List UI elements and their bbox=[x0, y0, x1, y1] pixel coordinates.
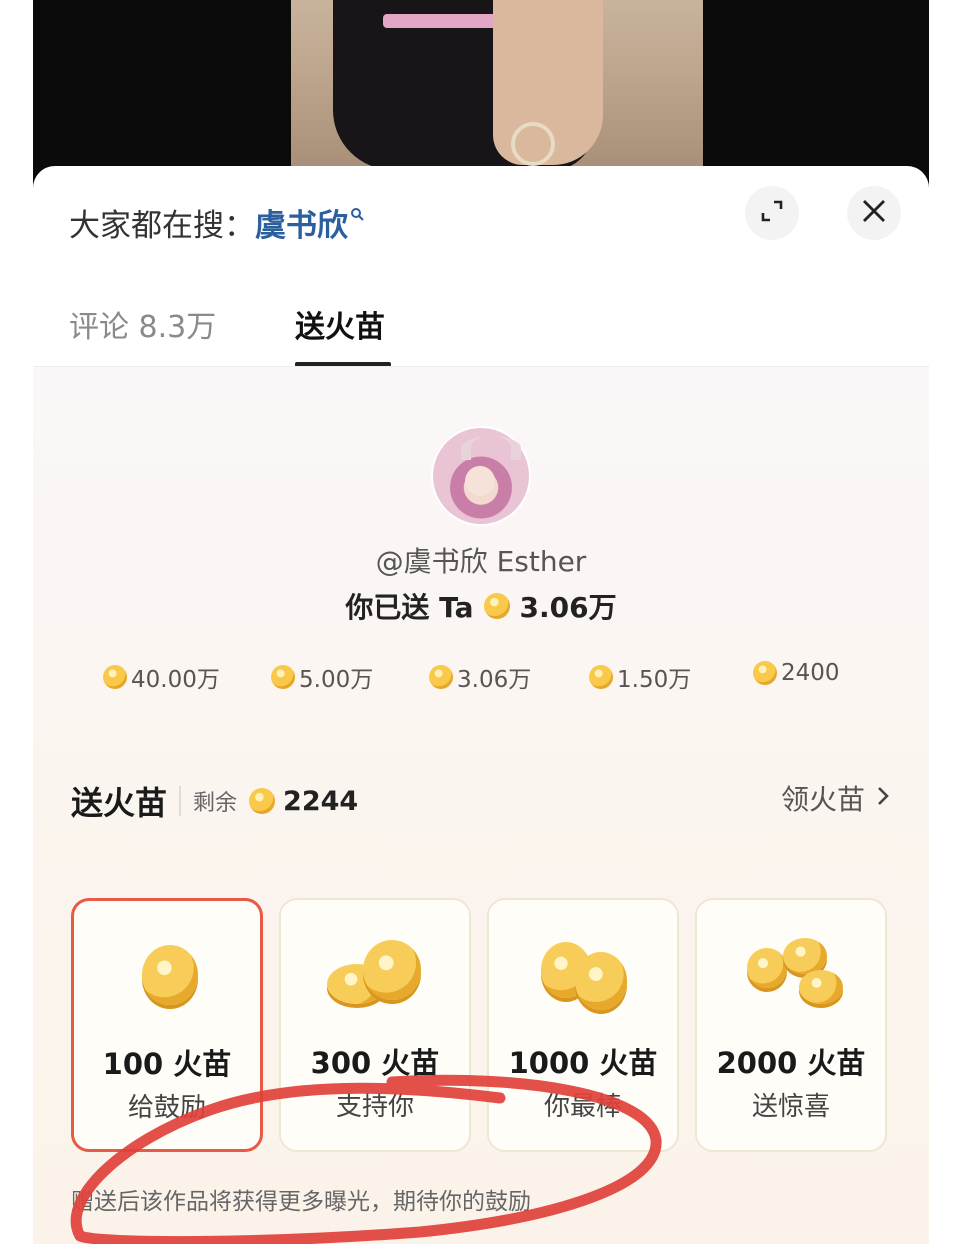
gift-option-300[interactable]: 300 火苗 支持你 bbox=[279, 898, 471, 1152]
tab-comments[interactable]: 评论 8.3万 bbox=[69, 302, 216, 346]
gift-option-2000[interactable]: 2000 火苗 送惊喜 bbox=[695, 898, 887, 1152]
tier-value: 1.50万 bbox=[617, 667, 692, 693]
creator-handle[interactable]: @虞书欣 Esther bbox=[33, 540, 929, 580]
claim-fire-label: 领火苗 bbox=[780, 783, 865, 816]
remaining-value: 2244 bbox=[283, 785, 359, 817]
tier-item: 3.06万 bbox=[429, 660, 531, 694]
trending-search-term[interactable]: 虞书欣 bbox=[255, 200, 348, 245]
coin-icon bbox=[271, 665, 295, 689]
tier-value: 3.06万 bbox=[457, 667, 532, 693]
gift-option-title: 100 火苗 bbox=[102, 1047, 232, 1081]
coin-icon bbox=[429, 665, 453, 689]
avatar-face bbox=[465, 466, 495, 496]
expand-button[interactable] bbox=[745, 186, 799, 240]
close-icon bbox=[861, 195, 887, 231]
gift-option-title: 2000 火苗 bbox=[716, 1046, 866, 1080]
coin-icon bbox=[249, 788, 276, 814]
tab-send-fire[interactable]: 送火苗 bbox=[295, 302, 385, 346]
tier-value: 5.00万 bbox=[299, 667, 374, 693]
search-icon bbox=[350, 207, 364, 225]
tier-item: 40.00万 bbox=[103, 660, 220, 694]
tier-value: 40.00万 bbox=[131, 667, 220, 693]
coin-icon bbox=[103, 665, 127, 689]
tier-item: 2400 bbox=[753, 660, 840, 686]
leaderboard-tiers: 40.00万 5.00万 3.06万 1.50万 2400 bbox=[103, 660, 903, 700]
video-subject-bracelet bbox=[511, 122, 555, 166]
sent-summary: 你已送 Ta 3.06万 bbox=[33, 586, 929, 626]
gift-footnote: 赠送后该作品将获得更多曝光，期待你的鼓励 bbox=[71, 1189, 531, 1215]
gift-sheet: 大家都在搜： 虞书欣 评论 8.3万 送火苗 @虞书欣 Esther 你已送 T… bbox=[33, 166, 929, 1244]
chevron-right-icon bbox=[875, 782, 891, 815]
gift-section-header: 送火苗 剩余 2244 领火苗 bbox=[71, 778, 891, 824]
trending-search[interactable]: 大家都在搜： 虞书欣 bbox=[69, 200, 364, 245]
gift-option-subtitle: 给鼓励 bbox=[127, 1093, 206, 1123]
trending-search-prefix: 大家都在搜： bbox=[69, 208, 255, 244]
tier-item: 5.00万 bbox=[271, 660, 373, 694]
gift-option-subtitle: 你最棒 bbox=[543, 1092, 622, 1122]
gift-option-100[interactable]: 100 火苗 给鼓励 bbox=[71, 898, 263, 1152]
avatar-bunny-ears bbox=[461, 436, 521, 460]
sent-label: 你已送 Ta bbox=[345, 591, 474, 624]
gift-option-title: 1000 火苗 bbox=[508, 1046, 658, 1080]
creator-avatar[interactable] bbox=[433, 428, 529, 524]
remaining-label: 剩余 bbox=[193, 791, 238, 816]
tier-item: 1.50万 bbox=[589, 660, 691, 694]
gift-option-1000[interactable]: 1000 火苗 你最棒 bbox=[487, 898, 679, 1152]
coin-icon bbox=[589, 665, 613, 689]
divider bbox=[179, 786, 182, 816]
coin-icon bbox=[753, 661, 777, 685]
tier-value: 2400 bbox=[781, 660, 840, 686]
coin-pair-icon bbox=[327, 934, 427, 1014]
gift-section-title: 送火苗 bbox=[71, 784, 168, 822]
gift-option-title: 300 火苗 bbox=[310, 1046, 440, 1080]
expand-icon bbox=[758, 197, 786, 229]
single-coin-icon bbox=[120, 935, 220, 1015]
claim-fire-link[interactable]: 领火苗 bbox=[781, 778, 891, 818]
coin-stack-icon bbox=[535, 934, 635, 1014]
coin-pile-icon bbox=[743, 934, 843, 1014]
close-button[interactable] bbox=[847, 186, 901, 240]
gift-option-subtitle: 送惊喜 bbox=[751, 1092, 830, 1122]
sent-amount: 3.06万 bbox=[519, 591, 617, 624]
tab-divider bbox=[33, 366, 929, 367]
gift-options: 100 火苗 给鼓励 300 火苗 支持你 1000 火苗 你最棒 2000 火… bbox=[71, 898, 929, 1154]
gift-option-subtitle: 支持你 bbox=[335, 1092, 414, 1122]
coin-icon bbox=[483, 593, 510, 619]
sheet-tabs: 评论 8.3万 送火苗 bbox=[69, 302, 929, 368]
